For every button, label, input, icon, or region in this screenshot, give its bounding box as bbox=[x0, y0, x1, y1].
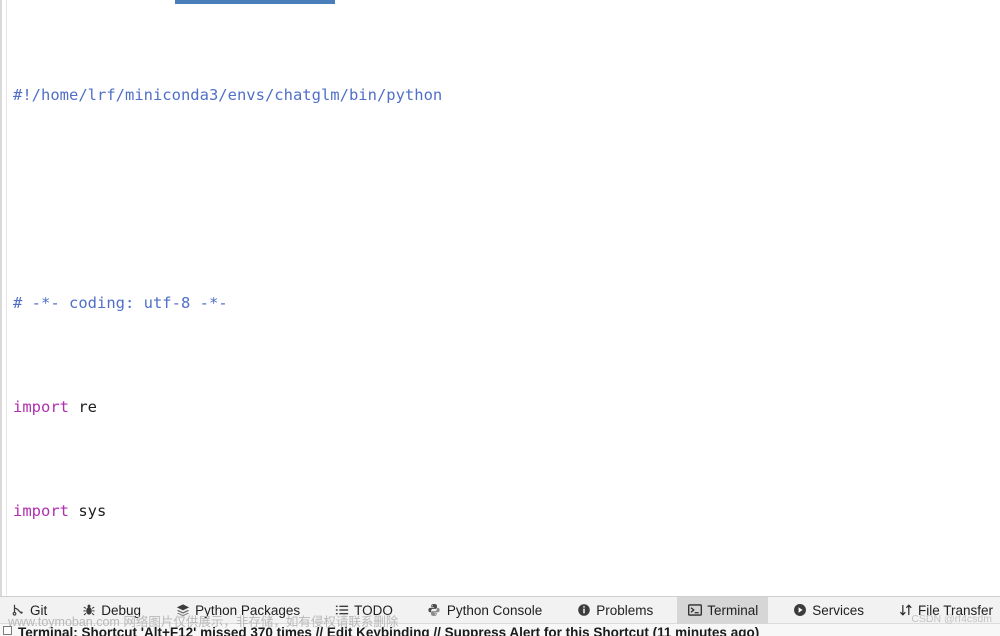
import-sys-module: sys bbox=[69, 502, 107, 520]
shebang-text: #!/home/lrf/miniconda3/envs/chatglm/bin/… bbox=[13, 86, 443, 104]
tool-tab-git[interactable]: Git bbox=[0, 597, 57, 624]
code-line-blank-1 bbox=[13, 186, 1000, 212]
tool-tab-debug[interactable]: Debug bbox=[71, 597, 151, 624]
tool-tab-label: Problems bbox=[596, 602, 654, 618]
tool-tab-python-console[interactable]: Python Console bbox=[417, 597, 552, 624]
tool-tab-python-packages[interactable]: Python Packages bbox=[165, 597, 310, 624]
status-notification-bar[interactable]: Terminal: Shortcut 'Alt+F12' missed 370 … bbox=[0, 623, 1000, 636]
terminal-icon bbox=[687, 603, 702, 618]
git-branch-icon bbox=[10, 603, 25, 618]
list-icon bbox=[334, 603, 349, 618]
play-circle-icon bbox=[792, 603, 807, 618]
tool-window-bar: Git Debug Python Packages TODO Python Consol… bbox=[0, 596, 1000, 624]
active-tab-indicator bbox=[175, 0, 335, 4]
tool-tab-label: Git bbox=[30, 602, 48, 618]
import-keyword: import bbox=[13, 398, 69, 416]
code-line-shebang: #!/home/lrf/miniconda3/envs/chatglm/bin/… bbox=[13, 82, 1000, 108]
code-content[interactable]: #!/home/lrf/miniconda3/envs/chatglm/bin/… bbox=[13, 4, 1000, 596]
code-line-import-re: import re bbox=[13, 394, 1000, 420]
layers-icon bbox=[175, 603, 190, 618]
bug-icon bbox=[81, 603, 96, 618]
tool-tab-file-transfer[interactable]: File Transfer bbox=[888, 597, 1000, 624]
code-line-coding: # -*- coding: utf-8 -*- bbox=[13, 290, 1000, 316]
code-line-import-sys: import sys bbox=[13, 498, 1000, 524]
editor-pane[interactable]: #!/home/lrf/miniconda3/envs/chatglm/bin/… bbox=[0, 0, 1000, 596]
tool-tab-label: TODO bbox=[354, 602, 393, 618]
import-keyword: import bbox=[13, 502, 69, 520]
info-circle-icon bbox=[576, 603, 591, 618]
status-message[interactable]: Terminal: Shortcut 'Alt+F12' missed 370 … bbox=[18, 625, 759, 636]
import-re-module: re bbox=[69, 398, 97, 416]
tool-tab-problems[interactable]: Problems bbox=[566, 597, 663, 624]
tool-tab-label: File Transfer bbox=[918, 602, 994, 618]
tool-tab-todo[interactable]: TODO bbox=[324, 597, 403, 624]
tool-tab-label: Python Console bbox=[446, 602, 543, 618]
status-checkbox[interactable] bbox=[3, 626, 12, 635]
tool-tab-label: Python Packages bbox=[195, 602, 301, 618]
tool-tab-services[interactable]: Services bbox=[782, 597, 874, 624]
coding-comment-text: # -*- coding: utf-8 -*- bbox=[13, 294, 228, 312]
python-icon bbox=[427, 603, 442, 618]
tool-tab-label: Services bbox=[812, 602, 865, 618]
updown-arrows-icon bbox=[898, 603, 913, 618]
ide-window: #!/home/lrf/miniconda3/envs/chatglm/bin/… bbox=[0, 0, 1000, 636]
editor-gutter-divider bbox=[6, 0, 7, 596]
tool-tab-label: Debug bbox=[101, 602, 142, 618]
tool-tab-terminal[interactable]: Terminal bbox=[677, 596, 769, 624]
tool-tab-label: Terminal bbox=[707, 602, 759, 618]
